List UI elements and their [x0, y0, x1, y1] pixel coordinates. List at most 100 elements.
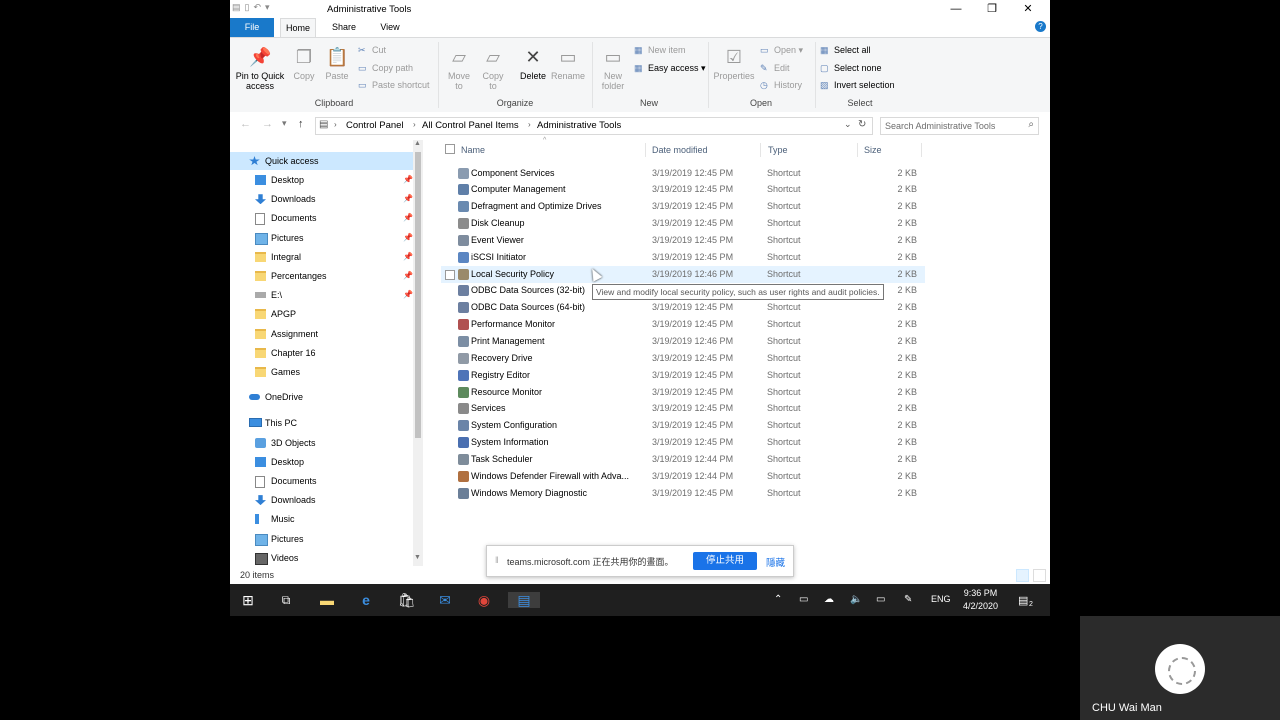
notification-center-icon[interactable]: ▤ — [1018, 594, 1028, 607]
onedrive-cloud-icon[interactable]: ☁ — [824, 594, 834, 605]
column-separator[interactable] — [857, 143, 858, 157]
column-header-size[interactable]: Size — [864, 145, 882, 155]
copy-to-button[interactable]: ▱ Copy to — [478, 46, 508, 91]
nav-pc-item-documents[interactable]: Documents — [230, 472, 415, 490]
column-header-type[interactable]: Type — [768, 145, 788, 155]
file-row[interactable]: Disk Cleanup 3/19/2019 12:45 PM Shortcut 2 … — [441, 215, 925, 232]
file-row[interactable]: Defragment and Optimize Drives 3/19/2019 … — [441, 198, 925, 215]
forward-arrow-icon[interactable]: → — [262, 118, 273, 130]
column-header-date-modified[interactable]: Date modified — [652, 145, 708, 155]
search-input[interactable] — [885, 119, 1020, 133]
help-icon[interactable]: ? — [1035, 21, 1046, 32]
tab-share[interactable]: Share — [327, 18, 361, 37]
nav-item-integral[interactable]: Integral 📌 — [230, 248, 415, 266]
breadcrumb-separator[interactable]: › — [528, 120, 531, 129]
open-button[interactable]: ▭ Open ▾ — [760, 43, 803, 57]
edit-button[interactable]: ✎ Edit — [760, 61, 790, 75]
file-explorer-icon[interactable]: ▬ — [319, 592, 335, 608]
nav-quick-access[interactable]: Quick access — [230, 152, 413, 170]
tab-file[interactable]: File — [230, 18, 274, 37]
invert-selection-button[interactable]: ▨ Invert selection — [820, 78, 895, 92]
hide-banner-link[interactable]: 隱藏 — [766, 555, 785, 569]
file-row[interactable]: Print Management 3/19/2019 12:46 PM Shortc… — [441, 333, 925, 350]
column-separator[interactable] — [645, 143, 646, 157]
nav-pc-item-3d-objects[interactable]: 3D Objects — [230, 434, 415, 452]
file-row[interactable]: Component Services 3/19/2019 12:45 PM Shor… — [441, 165, 925, 182]
back-arrow-icon[interactable]: ← — [240, 118, 251, 130]
mail-icon[interactable]: ✉ — [437, 592, 453, 608]
edge-browser-icon[interactable]: e — [358, 592, 374, 608]
battery-icon[interactable]: ▭ — [876, 594, 885, 605]
show-hidden-icons-icon[interactable]: ⌃ — [774, 594, 782, 605]
file-row[interactable]: Recovery Drive 3/19/2019 12:45 PM Shortcut… — [441, 350, 925, 367]
store-icon[interactable]: 🛍 — [398, 592, 416, 608]
file-row[interactable]: Local Security Policy 3/19/2019 12:46 PM S… — [441, 265, 925, 283]
select-all-checkbox[interactable] — [445, 144, 455, 154]
nav-item-e-[interactable]: E:\ 📌 — [230, 286, 415, 304]
file-row[interactable]: System Configuration 3/19/2019 12:45 PM Sh… — [441, 417, 925, 434]
search-box[interactable]: ⌕ — [880, 117, 1039, 135]
breadcrumb-all-items[interactable]: All Control Panel Items — [422, 120, 519, 131]
history-button[interactable]: ◷ History — [760, 78, 802, 92]
new-folder-icon[interactable]: ▯ — [245, 2, 250, 13]
start-windows-icon[interactable]: ⊞ — [240, 592, 256, 608]
nav-this-pc[interactable]: This PC — [230, 414, 415, 432]
column-header-name[interactable]: Name — [461, 145, 485, 155]
breadcrumb-separator[interactable]: › — [413, 120, 416, 129]
address-dropdown-icon[interactable]: ⌄ — [844, 119, 852, 130]
volume-icon[interactable]: 🔈 — [850, 594, 862, 605]
breadcrumb-control-panel[interactable]: Control Panel — [346, 120, 404, 131]
details-view-icon[interactable] — [1016, 569, 1029, 582]
scroll-down-icon[interactable]: ▼ — [414, 554, 421, 561]
file-row[interactable]: Task Scheduler 3/19/2019 12:44 PM Shortcut… — [441, 451, 925, 468]
drag-handle-icon[interactable]: ‖ — [495, 555, 499, 565]
file-row[interactable]: Resource Monitor 3/19/2019 12:45 PM Shortc… — [441, 384, 925, 401]
pin-to-quick-access-button[interactable]: 📌 Pin to Quick access — [234, 46, 286, 91]
network-icon[interactable]: ▭ — [799, 594, 808, 605]
control-panel-taskbar-icon[interactable]: ▤ — [508, 592, 540, 608]
nav-item-downloads[interactable]: Downloads 📌 — [230, 190, 415, 208]
nav-item-pictures[interactable]: Pictures 📌 — [230, 229, 415, 247]
pen-icon[interactable]: ✎ — [904, 594, 912, 605]
copy-button[interactable]: ❐ Copy — [290, 46, 318, 81]
file-row[interactable]: System Information 3/19/2019 12:45 PM Shor… — [441, 434, 925, 451]
language-indicator[interactable]: ENG — [931, 594, 951, 604]
address-bar[interactable]: ▤ › Control Panel › All Control Panel It… — [315, 117, 873, 135]
clock[interactable]: 9:36 PM 4/2/2020 — [963, 587, 998, 613]
nav-item-assignment[interactable]: Assignment — [230, 325, 415, 343]
nav-item-chapter-16[interactable]: Chapter 16 — [230, 344, 415, 362]
close-button[interactable]: ✕ — [1010, 0, 1046, 18]
paste-button[interactable]: 📋 Paste — [323, 46, 351, 81]
task-view-icon[interactable]: ⧉ — [278, 592, 294, 608]
nav-pc-item-downloads[interactable]: Downloads — [230, 491, 415, 509]
column-separator[interactable] — [760, 143, 761, 157]
tab-view[interactable]: View — [373, 18, 407, 37]
nav-item-apgp[interactable]: APGP — [230, 305, 415, 323]
file-row[interactable]: Performance Monitor 3/19/2019 12:45 PM Sho… — [441, 316, 925, 333]
nav-item-games[interactable]: Games — [230, 363, 415, 381]
nav-pc-item-desktop[interactable]: Desktop — [230, 453, 415, 471]
file-row[interactable]: Services 3/19/2019 12:45 PM Shortcut 2 KB — [441, 400, 925, 417]
search-icon[interactable]: ⌕ — [1028, 119, 1034, 130]
file-row[interactable]: Registry Editor 3/19/2019 12:45 PM Shortcu… — [441, 367, 925, 384]
undo-icon[interactable]: ↶ — [253, 2, 261, 13]
file-row[interactable]: Windows Memory Diagnostic 3/19/2019 12:45… — [441, 485, 925, 502]
copy-path-button[interactable]: ▭ Copy path — [358, 61, 413, 75]
nav-pc-item-videos[interactable]: Videos — [230, 549, 415, 566]
rename-button[interactable]: ▭ Rename — [550, 46, 586, 81]
stop-sharing-button[interactable]: 停止共用 — [693, 552, 757, 570]
file-row[interactable]: Event Viewer 3/19/2019 12:45 PM Shortcut 2 … — [441, 232, 925, 249]
column-separator[interactable] — [921, 143, 922, 157]
nav-pc-item-music[interactable]: Music — [230, 510, 415, 528]
scrollbar-thumb[interactable] — [415, 152, 421, 438]
breadcrumb-separator[interactable]: › — [334, 120, 337, 129]
move-to-button[interactable]: ▱ Move to — [444, 46, 474, 91]
file-row[interactable]: Windows Defender Firewall with Adva... 3/… — [441, 468, 925, 485]
cut-button[interactable]: ✂ Cut — [358, 43, 386, 57]
nav-item-desktop[interactable]: Desktop 📌 — [230, 171, 415, 189]
properties-button[interactable]: ☑ Properties — [712, 46, 756, 81]
chrome-browser-icon[interactable]: ◉ — [476, 592, 492, 608]
paste-shortcut-button[interactable]: ▭ Paste shortcut — [358, 78, 430, 92]
maximize-button[interactable]: ❐ — [974, 0, 1010, 18]
easy-access-button[interactable]: ▦ Easy access ▾ — [634, 61, 706, 75]
